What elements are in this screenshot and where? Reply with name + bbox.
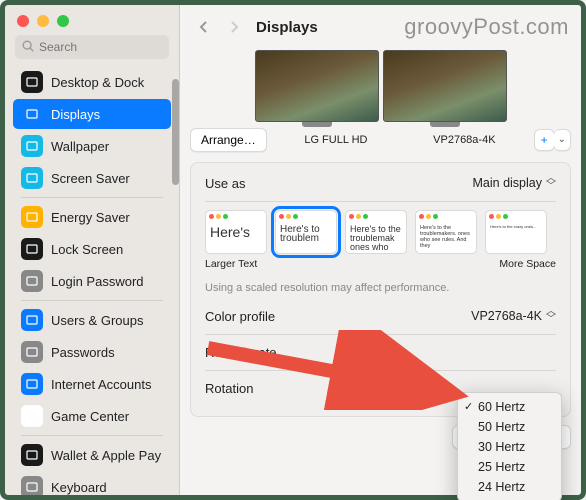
sidebar-item-label: Wallet & Apple Pay [51, 448, 161, 463]
close-icon[interactable] [17, 15, 29, 27]
sidebar-item-label: Screen Saver [51, 171, 130, 186]
sidebar-item-wallet-apple-pay[interactable]: Wallet & Apple Pay [13, 440, 171, 470]
sidebar-nav: Desktop & Dock Displays Wallpaper Screen Sa… [5, 67, 179, 495]
sidebar-item-label: Passwords [51, 345, 115, 360]
sidebar-item-label: Login Password [51, 274, 144, 289]
back-button[interactable] [192, 16, 214, 38]
resolution-tile[interactable]: Here's to the troublemakers. ones who se… [415, 210, 477, 254]
monitor-thumbnail[interactable] [255, 50, 379, 122]
forward-button[interactable] [224, 16, 246, 38]
lock-icon [21, 238, 43, 260]
resolution-note: Using a scaled resolution may affect per… [205, 276, 556, 298]
resolution-tile[interactable]: Here's [205, 210, 267, 254]
search-input[interactable] [15, 35, 169, 59]
key-icon [21, 341, 43, 363]
sidebar-item-label: Keyboard [51, 480, 107, 495]
sidebar-item-label: Energy Saver [51, 210, 130, 225]
refresh-rate-option[interactable]: 25 Hertz [458, 457, 561, 477]
refresh-rate-option[interactable]: 50 Hertz [458, 417, 561, 437]
page-title: Displays [256, 19, 318, 36]
use-as-label: Use as [205, 176, 245, 191]
monitor-label: VP2768a-4K [405, 134, 523, 146]
monitor-thumbnail[interactable] [383, 50, 507, 122]
color-profile-dropdown[interactable]: VP2768a-4K ︿﹀ [471, 308, 556, 324]
sidebar-item-label: Users & Groups [51, 313, 143, 328]
displays-icon [21, 103, 43, 125]
scrollbar[interactable] [172, 79, 179, 185]
screensaver-icon [21, 167, 43, 189]
sidebar-item-users-groups[interactable]: Users & Groups [13, 305, 171, 335]
resolution-tile[interactable]: Here's to the crazy ones... [485, 210, 547, 254]
chevron-updown-icon: ︿﹀ [546, 308, 556, 324]
sidebar-item-energy-saver[interactable]: Energy Saver [13, 202, 171, 232]
sidebar-item-label: Displays [51, 107, 100, 122]
sidebar: Desktop & Dock Displays Wallpaper Screen Sa… [5, 5, 180, 495]
keyboard-icon [21, 476, 43, 495]
wallet-icon [21, 444, 43, 466]
sidebar-item-keyboard[interactable]: Keyboard [13, 472, 171, 495]
refresh-rate-option[interactable]: 24 Hertz [458, 477, 561, 497]
sidebar-item-wallpaper[interactable]: Wallpaper [13, 131, 171, 161]
watermark: groovyPost.com [404, 14, 569, 40]
search-icon [21, 39, 35, 53]
refresh-rate-option[interactable]: 60 Hertz [458, 397, 561, 417]
sidebar-item-game-center[interactable]: Game Center [13, 401, 171, 431]
more-space-label: More Space [499, 258, 556, 270]
sidebar-item-label: Desktop & Dock [51, 75, 144, 90]
sidebar-item-login-password[interactable]: Login Password [13, 266, 171, 296]
sidebar-item-label: Game Center [51, 409, 129, 424]
rotation-label: Rotation [205, 381, 253, 396]
zoom-icon[interactable] [57, 15, 69, 27]
color-profile-label: Color profile [205, 309, 275, 324]
password-icon [21, 270, 43, 292]
monitor-label: LG FULL HD [277, 134, 395, 146]
display-settings-panel: Use as Main display ︿﹀ Here'sHere's to t… [190, 162, 571, 417]
chevron-updown-icon: ︿﹀ [546, 175, 556, 191]
window-controls [5, 5, 179, 31]
resolution-tiles: Here'sHere's to troublemHere's to the tr… [205, 210, 556, 254]
resolution-tile[interactable]: Here's to troublem [275, 210, 337, 254]
sidebar-item-desktop-dock[interactable]: Desktop & Dock [13, 67, 171, 97]
energy-icon [21, 206, 43, 228]
game-icon [21, 405, 43, 427]
wallpaper-icon [21, 135, 43, 157]
sidebar-item-displays[interactable]: Displays [13, 99, 171, 129]
refresh-rate-menu: 60 Hertz50 Hertz30 Hertz25 Hertz24 Hertz [457, 392, 562, 500]
sidebar-item-label: Internet Accounts [51, 377, 151, 392]
use-as-dropdown[interactable]: Main display ︿﹀ [473, 175, 556, 191]
add-display-button[interactable]: + [534, 129, 555, 151]
sidebar-item-passwords[interactable]: Passwords [13, 337, 171, 367]
sidebar-item-lock-screen[interactable]: Lock Screen [13, 234, 171, 264]
header: Displays groovyPost.com [180, 5, 581, 49]
sidebar-item-label: Lock Screen [51, 242, 123, 257]
resolution-tile[interactable]: Here's to the troublemak ones who [345, 210, 407, 254]
add-display-dropdown[interactable]: ⌄ [554, 129, 571, 151]
at-icon [21, 373, 43, 395]
desktop-dock-icon [21, 71, 43, 93]
monitor-arrangement [190, 50, 571, 122]
sidebar-item-internet-accounts[interactable]: Internet Accounts [13, 369, 171, 399]
refresh-rate-label: Refresh rate [205, 345, 277, 360]
users-icon [21, 309, 43, 331]
larger-text-label: Larger Text [205, 258, 257, 270]
refresh-rate-option[interactable]: 30 Hertz [458, 437, 561, 457]
sidebar-item-screen-saver[interactable]: Screen Saver [13, 163, 171, 193]
minimize-icon[interactable] [37, 15, 49, 27]
sidebar-item-label: Wallpaper [51, 139, 109, 154]
arrange-button[interactable]: Arrange… [190, 128, 267, 152]
